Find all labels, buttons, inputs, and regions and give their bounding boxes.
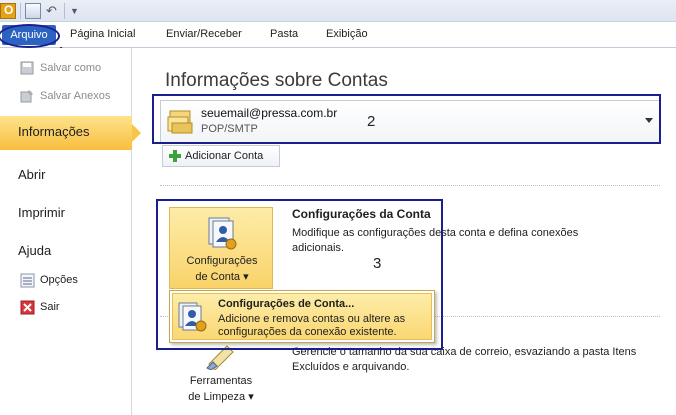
account-icon [167, 110, 193, 134]
nav-save-as[interactable]: Salvar como [0, 57, 132, 81]
save-as-icon [20, 61, 34, 75]
ribbon-tabs: Arquivo Página Inicial Enviar/Receber Pa… [0, 22, 676, 48]
account-selector[interactable]: seuemail@pressa.com.br POP/SMTP [160, 100, 660, 144]
nav-info-label: Informações [18, 124, 90, 139]
tab-arquivo[interactable]: Arquivo [2, 25, 56, 45]
save-icon[interactable] [25, 3, 41, 19]
annotation-number-2: 2 [367, 113, 376, 130]
chevron-down-icon[interactable] [645, 118, 653, 123]
outlook-backstage-window: ↶ ▼ Arquivo Página Inicial Enviar/Recebe… [0, 0, 676, 415]
nav-print[interactable]: Imprimir [0, 196, 132, 220]
options-icon [20, 273, 35, 288]
account-settings-label-2: de Conta ▾ [195, 271, 249, 283]
nav-info[interactable]: Informações [0, 116, 141, 150]
plus-icon [169, 150, 181, 162]
cleanup-tools-label-1: Ferramentas [189, 375, 253, 387]
nav-save-attachments[interactable]: Salvar Anexos [0, 85, 132, 109]
nav-options-label: Opções [40, 274, 78, 286]
account-settings-desc: Modifique as configurações desta conta e… [292, 227, 579, 254]
account-email: seuemail@pressa.com.br [201, 106, 338, 120]
account-settings-label-1: Configurações [186, 255, 258, 267]
menu-item-title: Configurações de Conta... [218, 298, 355, 310]
toolbar-separator [20, 3, 21, 19]
account-settings-icon [208, 217, 237, 250]
nav-help-label: Ajuda [18, 243, 52, 258]
nav-exit-label: Sair [40, 301, 60, 313]
account-settings-button[interactable]: Configurações de Conta ▾ [169, 207, 273, 289]
nav-options[interactable]: Opções [0, 269, 132, 293]
undo-icon[interactable]: ↶ [46, 3, 62, 19]
tab-exibicao[interactable]: Exibição [326, 28, 368, 40]
toolbar-separator [64, 3, 65, 19]
tab-enviar-receber[interactable]: Enviar/Receber [166, 28, 242, 40]
customize-icon[interactable]: ▼ [70, 3, 86, 19]
page-title: Informações sobre Contas [165, 70, 388, 91]
nav-open[interactable]: Abrir [0, 158, 132, 182]
account-type: POP/SMTP [201, 123, 258, 135]
annotation-number-3: 3 [373, 255, 382, 272]
save-attachments-icon [20, 90, 33, 103]
cleanup-tools-desc: Gerencie o tamanho da sua caixa de corre… [292, 346, 637, 373]
nav-print-label: Imprimir [18, 205, 65, 220]
nav-exit[interactable]: Sair [0, 296, 132, 320]
nav-save-attachments-label: Salvar Anexos [40, 90, 111, 102]
account-settings-icon [178, 302, 207, 332]
tab-pagina-inicial[interactable]: Página Inicial [70, 28, 135, 40]
add-account-button[interactable]: Adicionar Conta [162, 145, 280, 167]
menu-item-account-settings[interactable]: Configurações de Conta... Adicione e rem… [172, 293, 432, 340]
exit-icon [20, 300, 35, 315]
add-account-label: Adicionar Conta [185, 150, 264, 162]
outlook-app-icon[interactable] [0, 3, 16, 19]
menu-item-desc: Adicione e remova contas ou altere as co… [218, 313, 406, 338]
section-divider [160, 185, 660, 186]
nav-save-as-label: Salvar como [40, 62, 102, 74]
account-settings-dropdown: Configurações de Conta... Adicione e rem… [169, 290, 435, 343]
tab-pasta[interactable]: Pasta [270, 28, 298, 40]
nav-help[interactable]: Ajuda [0, 234, 132, 258]
nav-open-label: Abrir [18, 167, 46, 182]
quick-access-toolbar: ↶ ▼ [0, 0, 676, 22]
backstage-nav: Salvar como Salvar Anexos Informações Ab… [0, 48, 141, 415]
cleanup-tools-label-2: de Limpeza ▾ [188, 391, 254, 403]
cleanup-tools-icon [206, 345, 234, 370]
account-settings-title: Configurações da Conta [292, 207, 431, 221]
